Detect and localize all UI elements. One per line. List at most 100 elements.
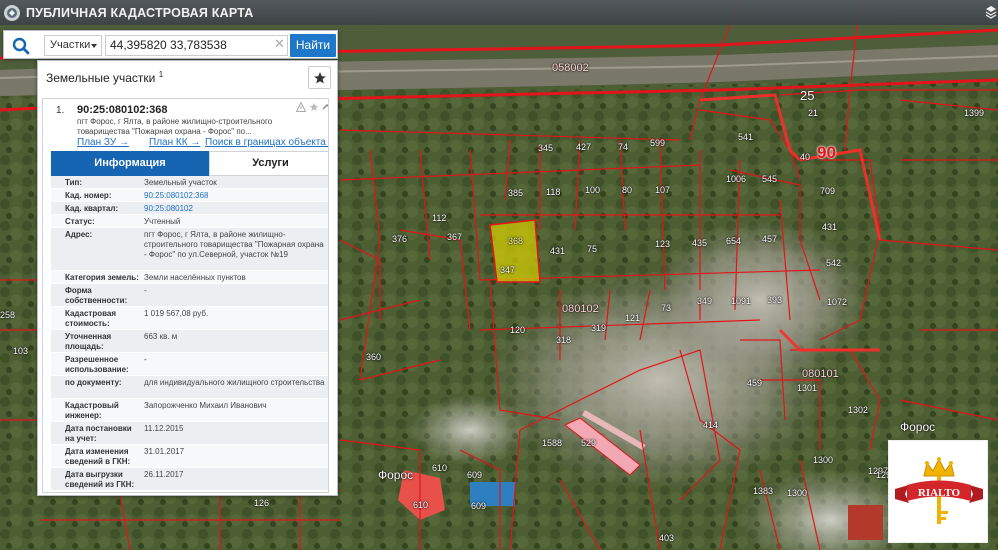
find-button[interactable]: Найти <box>290 34 336 57</box>
parcel-label: 414 <box>703 420 719 430</box>
table-row: Категория земель: Земли населённых пункто… <box>51 271 328 284</box>
parcel-label: 431 <box>822 222 838 232</box>
parcel-label: 609 <box>471 501 487 511</box>
parcel-label: 126 <box>254 498 270 508</box>
parcel-label: 103 <box>13 346 29 356</box>
parcel-label: 360 <box>366 352 382 362</box>
quarter-label: 058002 <box>552 62 589 74</box>
parcel-label: 529 <box>581 438 597 448</box>
table-row: Дата изменения сведений в ГКН: 31.01.2017 <box>51 445 328 468</box>
plan-zu-link[interactable]: План ЗУ → <box>77 137 129 148</box>
chevron-up-icon[interactable] <box>322 102 329 112</box>
search-type-label: Участки <box>50 39 91 51</box>
row-value: Запорожченко Михаил Иванович <box>144 401 267 410</box>
parcel-label: 599 <box>650 138 666 148</box>
map-layers-icon[interactable] <box>985 5 997 24</box>
parcel-label: 118 <box>546 187 561 197</box>
parcel-label: 385 <box>508 188 524 198</box>
row-key: Разрешенное использование: <box>65 355 129 374</box>
row-value-link[interactable]: 90:25:080102:368 <box>144 189 328 201</box>
row-value-link[interactable]: 90:25:080102 <box>144 202 328 214</box>
row-key: по документу: <box>65 378 122 387</box>
panel-title-text: Земельные участки <box>46 71 156 85</box>
row-key: Форма собственности: <box>65 286 128 305</box>
row-key: Статус: <box>65 217 95 226</box>
table-row: Кад. квартал: 90:25:080102 <box>51 202 328 215</box>
panel-title: Земельные участки 1 <box>46 70 163 85</box>
table-row: Дата выгрузки сведений из ГКН: 26.11.2017 <box>51 468 328 491</box>
parcel-label: 100 <box>585 185 601 195</box>
parcel-label: 345 <box>538 143 554 153</box>
table-row: Кад. номер: 90:25:080102:368 <box>51 189 328 202</box>
parcel-label: 319 <box>591 323 607 333</box>
clear-icon[interactable]: ✕ <box>274 37 285 51</box>
table-row: Форма собственности: - <box>51 284 328 307</box>
quarter-label: 25 <box>800 88 815 103</box>
parcel-label: 459 <box>747 378 763 388</box>
app-title: ПУБЛИЧНАЯ КАДАСТРОВАЯ КАРТА <box>26 5 254 20</box>
table-row: Кадастровый инженер: Запорожченко Михаил … <box>51 399 328 422</box>
row-value: 1 019 567,08 руб. <box>144 309 209 318</box>
parcel-label: 435 <box>692 238 708 248</box>
row-key: Категория земель: <box>65 273 139 282</box>
row-key: Дата постановки на учет: <box>65 424 132 443</box>
search-bar: Участки 44,395820 33,783538 ✕ Найти <box>3 30 338 59</box>
app-header: ПУБЛИЧНАЯ КАДАСТРОВАЯ КАРТА <box>0 0 998 25</box>
row-key: Дата изменения сведений в ГКН: <box>65 447 131 466</box>
parcel-label: 107 <box>655 185 671 195</box>
table-row: Дата постановки на учет: 11.12.2015 <box>51 422 328 445</box>
parcel-label: 80 <box>622 185 633 195</box>
cadastral-number[interactable]: 90:25:080102:368 <box>77 104 168 116</box>
parcel-label: 21 <box>808 108 819 118</box>
row-value: - <box>144 355 147 364</box>
parcel-label: 610 <box>413 500 429 510</box>
warning-icon[interactable] <box>296 102 306 112</box>
table-row: Кадастровая стоимость: 1 019 567,08 руб. <box>51 307 328 330</box>
parcel-label: 73 <box>661 303 672 313</box>
parcel-label: 318 <box>556 335 572 345</box>
parcel-card: 1. 90:25:080102:368 пгт Форос, г Ялта, в… <box>42 98 329 493</box>
plan-kk-link[interactable]: План КК → <box>149 137 200 148</box>
parcel-label: 427 <box>576 142 592 152</box>
parcel-label: 75 <box>587 244 598 254</box>
table-row: Адрес: пгт Форос, г Ялта, в районе жилищн… <box>51 228 328 271</box>
row-value: 26.11.2017 <box>144 470 184 479</box>
row-key: Кад. номер: <box>65 191 112 200</box>
row-value: пгт Форос, г Ялта, в районе жилищно-стро… <box>144 230 324 259</box>
parcel-label: 541 <box>738 132 754 142</box>
row-key: Адрес: <box>65 230 93 239</box>
rosreestr-logo-icon[interactable] <box>4 4 20 21</box>
search-in-object-link[interactable]: Поиск в границах объекта → <box>205 137 328 148</box>
parcel-label: 367 <box>447 232 463 242</box>
search-icon[interactable] <box>12 37 30 55</box>
parcel-label: 393 <box>767 295 783 305</box>
search-input[interactable]: 44,395820 33,783538 <box>105 35 288 56</box>
selected-parcel-label[interactable]: 368 <box>508 236 523 246</box>
card-tabs: Информация Услуги <box>51 151 328 176</box>
parcel-label: 1300 <box>813 455 834 465</box>
tab-information[interactable]: Информация <box>51 151 209 176</box>
parcel-label: 1091 <box>731 296 752 306</box>
attribute-table: Тип: Земельный участок Кад. номер: 90:25:0… <box>51 176 328 491</box>
star-icon <box>313 71 326 84</box>
row-value: 31.01.2017 <box>144 447 185 456</box>
panel-scrollbar[interactable] <box>330 98 336 493</box>
star-icon[interactable] <box>309 102 319 112</box>
row-value: 663 кв. м <box>144 332 178 341</box>
row-value: для индивидуального жилищного строительс… <box>144 378 325 387</box>
quarter-label: 080101 <box>802 368 839 380</box>
tab-services[interactable]: Услуги <box>209 151 328 176</box>
parcel-label: 40 <box>800 152 811 162</box>
rialto-logo: RIALTO <box>888 440 988 543</box>
parcel-label: 1383 <box>753 486 774 496</box>
parcel-label: 376 <box>392 234 408 244</box>
favorite-button[interactable] <box>308 66 331 89</box>
parcel-label: 1300 <box>787 488 808 498</box>
parcel-label: 542 <box>826 258 842 268</box>
item-index: 1. <box>56 105 65 116</box>
search-type-select[interactable]: Участки <box>44 35 102 56</box>
row-value: - <box>144 286 147 295</box>
table-row: Разрешенное использование: - <box>51 353 328 376</box>
parcel-label: 74 <box>618 142 629 152</box>
parcel-label: 121 <box>625 313 641 323</box>
